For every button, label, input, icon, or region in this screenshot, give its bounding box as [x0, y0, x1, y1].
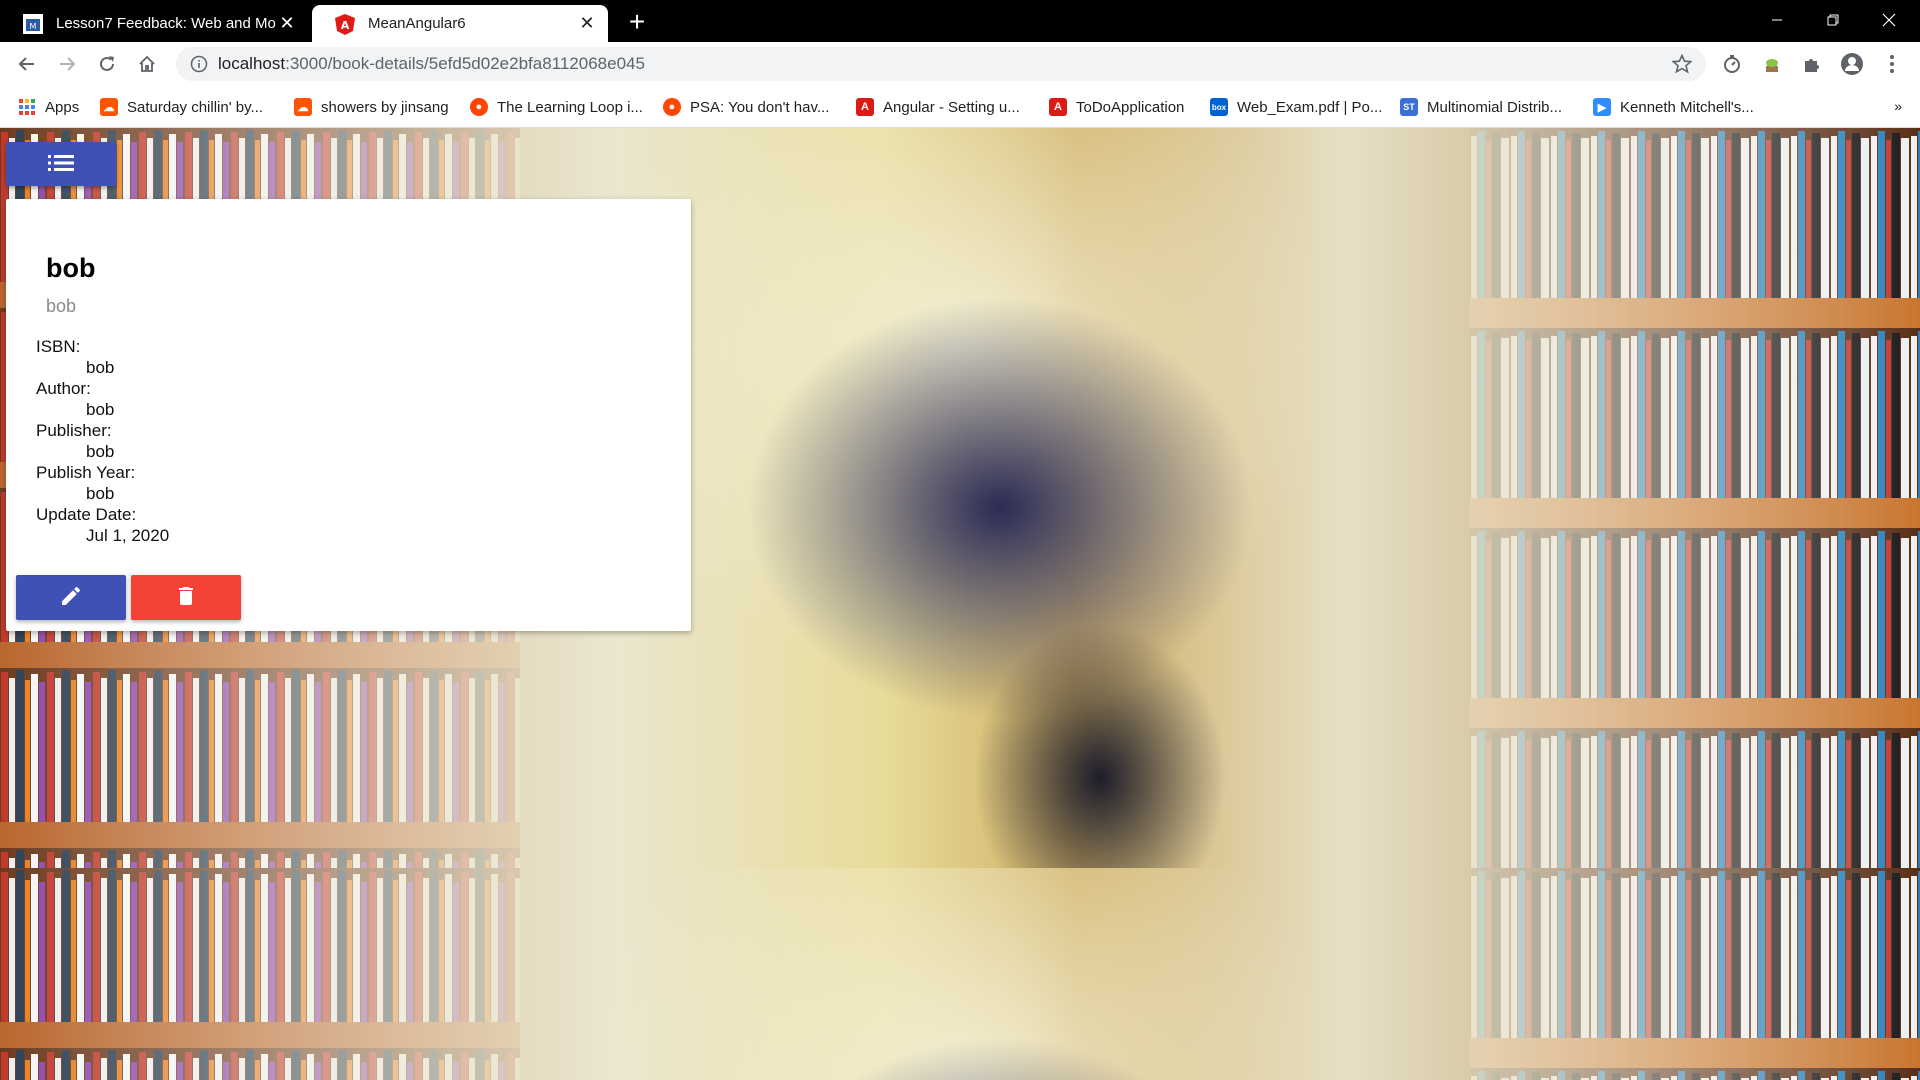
bookmark-label: ToDoApplication — [1076, 98, 1185, 116]
url-text[interactable]: localhost:3000/book-details/5efd5d02e2bf… — [218, 47, 645, 81]
address-bar[interactable]: localhost:3000/book-details/5efd5d02e2bf… — [176, 47, 1706, 81]
back-icon[interactable] — [12, 49, 42, 79]
isbn-label: ISBN: — [36, 337, 81, 356]
bookmark-star-icon[interactable] — [1671, 53, 1693, 79]
extension-plant-icon[interactable] — [1760, 52, 1784, 76]
menu-kebab-icon[interactable] — [1880, 52, 1904, 76]
st-icon: ST — [1400, 98, 1418, 116]
tab-strip: M Lesson7 Feedback: Web and Mob ✕ A Mean… — [0, 0, 1920, 42]
bookmark-multinomial-distrib[interactable]: ST Multinomial Distrib... — [1400, 95, 1562, 119]
update-date-label: Update Date: — [36, 505, 137, 524]
minimize-icon[interactable] — [1754, 0, 1800, 40]
bookmark-saturday-chillin[interactable]: ☁ Saturday chillin' by... — [100, 95, 263, 119]
book-title: bob — [46, 253, 96, 283]
author-label: Author: — [36, 379, 91, 398]
author-value: bob — [86, 400, 115, 419]
bookmark-apps[interactable]: Apps — [18, 95, 79, 119]
bookmark-todoapplication[interactable]: A ToDoApplication — [1049, 95, 1184, 119]
list-icon — [48, 154, 74, 175]
bookmark-label: PSA: You don't hav... — [690, 98, 830, 116]
close-window-icon[interactable] — [1866, 0, 1912, 40]
pencil-icon — [59, 584, 83, 611]
profile-avatar-icon[interactable] — [1840, 52, 1864, 76]
edit-book-button[interactable] — [16, 575, 126, 620]
update-date-value: Jul 1, 2020 — [86, 526, 170, 545]
bookmark-label: Angular - Setting u... — [883, 98, 1020, 116]
publisher-label: Publisher: — [36, 421, 112, 440]
bookmark-label: Apps — [45, 98, 80, 116]
site-info-icon[interactable] — [190, 55, 208, 78]
bookmark-psa[interactable]: ● PSA: You don't hav... — [663, 95, 829, 119]
page-content: bob bob ISBN: bob Author: bob Publisher:… — [0, 128, 1920, 1080]
publish-year-value: bob — [86, 484, 115, 503]
soundcloud-icon: ☁ — [100, 98, 118, 116]
close-tab-icon[interactable]: ✕ — [576, 13, 598, 35]
bookmark-web-exam[interactable]: box Web_Exam.pdf | Po... — [1210, 95, 1382, 119]
box-icon: box — [1210, 98, 1228, 116]
bookmark-label: The Learning Loop i... — [497, 98, 643, 116]
svg-text:M: M — [30, 22, 37, 31]
trash-icon — [174, 584, 198, 611]
library-background-image-repeat — [0, 868, 1920, 1080]
bookmark-label: showers by jinsang — [321, 98, 449, 116]
url-host: localhost — [218, 54, 286, 73]
publisher-value: bob — [86, 442, 115, 461]
isbn-value: bob — [86, 358, 115, 377]
bookmark-label: Kenneth Mitchell's... — [1620, 98, 1754, 116]
extensions-puzzle-icon[interactable] — [1800, 52, 1824, 76]
book-subtitle: bob — [46, 296, 77, 316]
bookmarks-overflow-icon[interactable]: » — [1894, 98, 1902, 114]
close-tab-icon[interactable]: ✕ — [276, 13, 298, 35]
bookmark-learning-loop[interactable]: ● The Learning Loop i... — [470, 95, 643, 119]
bookmark-kenneth-mitchell[interactable]: ▶ Kenneth Mitchell's... — [1593, 95, 1754, 119]
book-list-button[interactable] — [6, 142, 116, 186]
tab-lesson7-feedback[interactable]: M Lesson7 Feedback: Web and Mob ✕ — [0, 5, 308, 42]
tab-title: MeanAngular6 — [368, 15, 466, 32]
angular-icon: A — [856, 98, 874, 116]
tab-meanangular6[interactable]: A MeanAngular6 ✕ — [312, 5, 608, 42]
bookmark-label: Multinomial Distrib... — [1427, 98, 1563, 116]
bookmark-label: Web_Exam.pdf | Po... — [1237, 98, 1383, 116]
home-icon[interactable] — [132, 49, 162, 79]
reload-icon[interactable] — [92, 49, 122, 79]
bookmarks-bar: Apps ☁ Saturday chillin' by... ☁ showers… — [0, 86, 1920, 128]
forward-icon[interactable] — [52, 49, 82, 79]
angular-icon: A — [334, 13, 356, 35]
book-fields: ISBN: bob Author: bob Publisher: bob Pub… — [36, 336, 169, 546]
svg-text:A: A — [341, 19, 350, 32]
new-tab-icon[interactable]: + — [622, 7, 652, 37]
url-path: :3000/book-details/5efd5d02e2bfa8112068e… — [285, 54, 645, 73]
reddit-icon: ● — [663, 98, 681, 116]
book-details-card: bob bob ISBN: bob Author: bob Publisher:… — [6, 199, 691, 631]
restore-icon[interactable] — [1810, 0, 1856, 40]
extension-timer-icon[interactable] — [1720, 52, 1744, 76]
bookmark-showers-by-jinsang[interactable]: ☁ showers by jinsang — [294, 95, 449, 119]
soundcloud-icon: ☁ — [294, 98, 312, 116]
publish-year-label: Publish Year: — [36, 463, 136, 482]
delete-book-button[interactable] — [131, 575, 241, 620]
uni-logo-icon: M — [22, 13, 44, 35]
browser-toolbar: localhost:3000/book-details/5efd5d02e2bf… — [0, 42, 1920, 86]
zoom-icon: ▶ — [1593, 98, 1611, 116]
tab-title: Lesson7 Feedback: Web and Mob — [56, 15, 276, 32]
apps-grid-icon — [18, 98, 36, 116]
bookmark-label: Saturday chillin' by... — [127, 98, 263, 116]
angular-icon: A — [1049, 98, 1067, 116]
reddit-icon: ● — [470, 98, 488, 116]
bookmark-angular-setting-up[interactable]: A Angular - Setting u... — [856, 95, 1020, 119]
